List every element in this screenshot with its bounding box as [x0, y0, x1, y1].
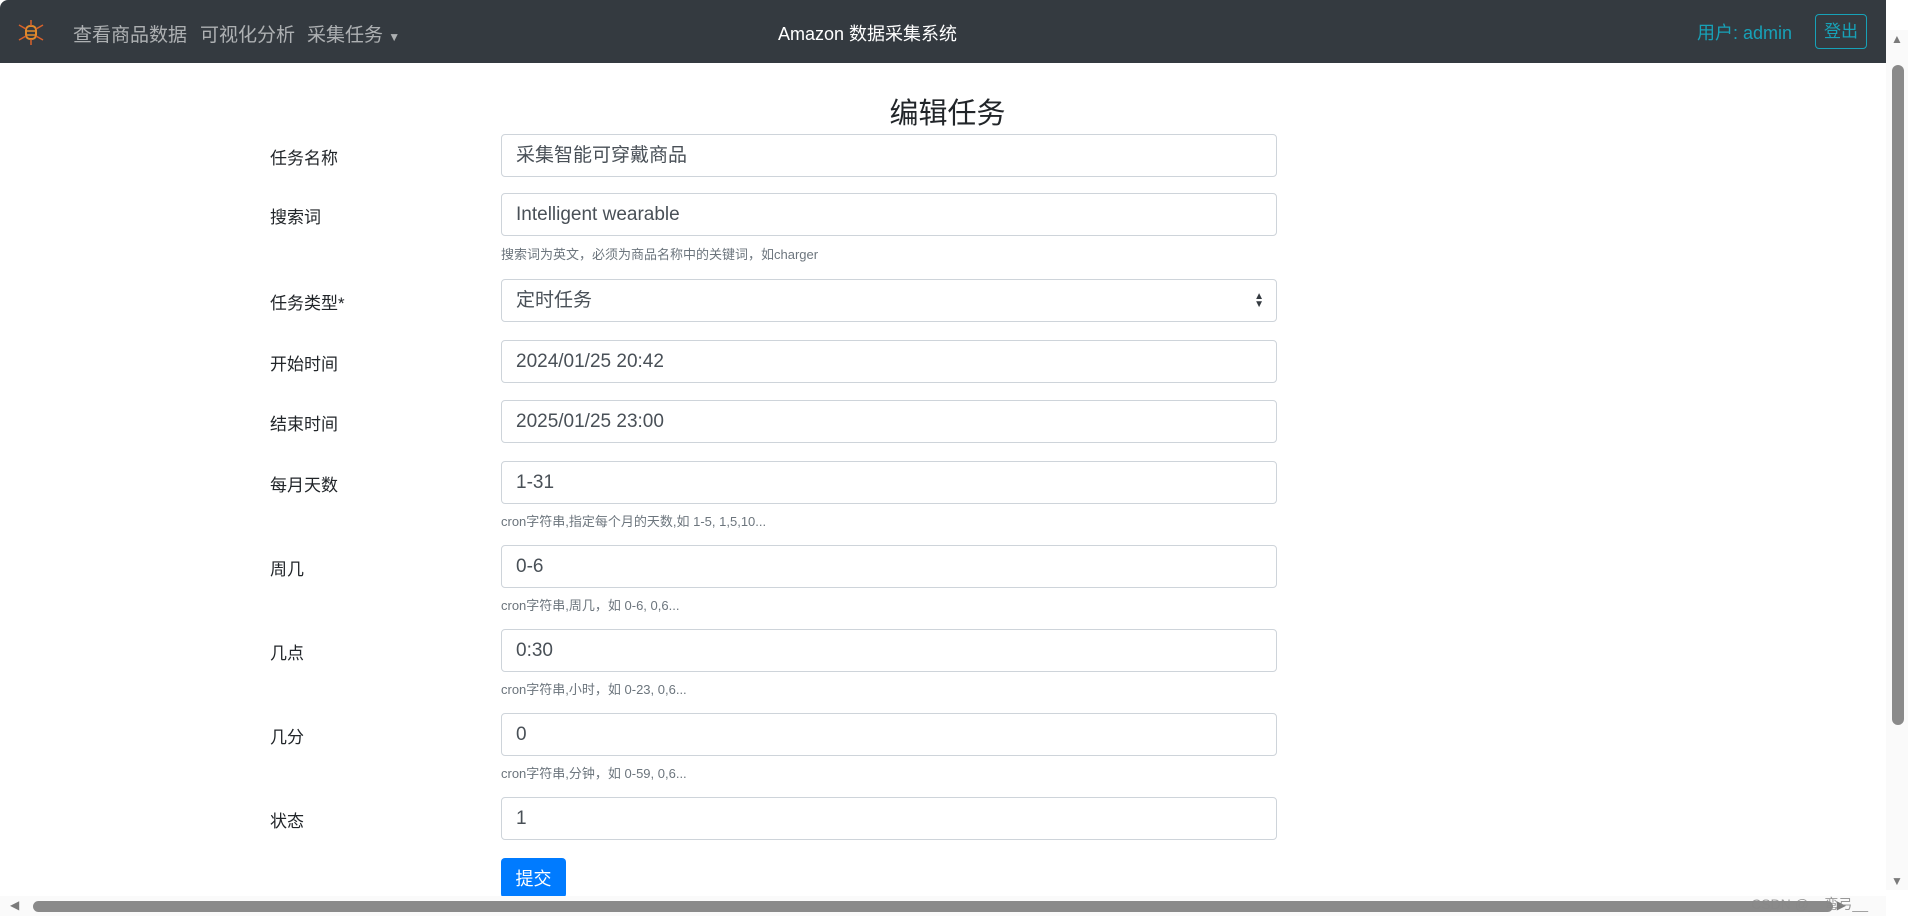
scroll-left-icon[interactable]: ◀ [10, 898, 19, 912]
horizontal-scrollbar[interactable]: ◀ ▶ [0, 896, 1886, 916]
weekday-help: cron字符串,周几，如 0-6, 0,6... [501, 598, 680, 613]
user-info: 用户: admin [1697, 23, 1793, 43]
label-status: 状态 [270, 812, 304, 831]
label-start-time: 开始时间 [270, 355, 338, 374]
days-help: cron字符串,指定每个月的天数,如 1-5, 1,5,10... [501, 514, 767, 529]
scroll-down-icon[interactable]: ▼ [1891, 874, 1903, 888]
vertical-scroll-thumb[interactable] [1892, 65, 1904, 725]
task-type-select[interactable]: 定时任务 ▲ ▼ [501, 279, 1277, 322]
label-task-name: 任务名称 [270, 149, 338, 168]
label-weekday: 周几 [270, 560, 304, 579]
page-title: 编辑任务 [889, 98, 1006, 130]
label-keyword: 搜索词 [270, 208, 321, 227]
start-time-input[interactable]: 2024/01/25 20:42 [501, 340, 1277, 383]
days-input[interactable]: 1-31 [501, 461, 1277, 504]
logout-button[interactable]: 登出 [1815, 14, 1867, 49]
submit-button[interactable]: 提交 [501, 858, 566, 898]
label-minute: 几分 [270, 728, 304, 747]
label-days: 每月天数 [270, 476, 338, 495]
keyword-input[interactable]: Intelligent wearable [501, 193, 1277, 236]
status-input[interactable]: 1 [501, 797, 1277, 840]
task-name-input[interactable]: 采集智能可穿戴商品 [501, 134, 1277, 177]
brand-title: Amazon 数据采集系统 [777, 24, 958, 44]
label-task-type: 任务类型* [270, 294, 345, 313]
hour-help: cron字符串,小时，如 0-23, 0,6... [501, 682, 687, 697]
select-arrows-icon: ▲ ▼ [1254, 291, 1264, 310]
minute-input[interactable]: 0 [501, 713, 1277, 756]
keyword-help: 搜索词为英文，必须为商品名称中的关键词，如charger [501, 247, 819, 262]
watermark: CSDN @__弯弓__ [1751, 896, 1868, 912]
minute-help: cron字符串,分钟，如 0-59, 0,6... [501, 766, 687, 781]
scroll-up-icon[interactable]: ▲ [1891, 32, 1903, 46]
weekday-input[interactable]: 0-6 [501, 545, 1277, 588]
label-hour: 几点 [270, 644, 304, 663]
navbar: 查看商品数据 可视化分析 采集任务 ▼ Amazon 数据采集系统 用户: ad… [0, 0, 1886, 63]
label-end-time: 结束时间 [270, 415, 338, 434]
end-time-input[interactable]: 2025/01/25 23:00 [501, 400, 1277, 443]
task-type-value: 定时任务 [516, 290, 593, 311]
horizontal-scroll-thumb[interactable] [33, 901, 1833, 912]
hour-input[interactable]: 0:30 [501, 629, 1277, 672]
vertical-scrollbar[interactable]: ▲ ▼ [1886, 30, 1908, 890]
